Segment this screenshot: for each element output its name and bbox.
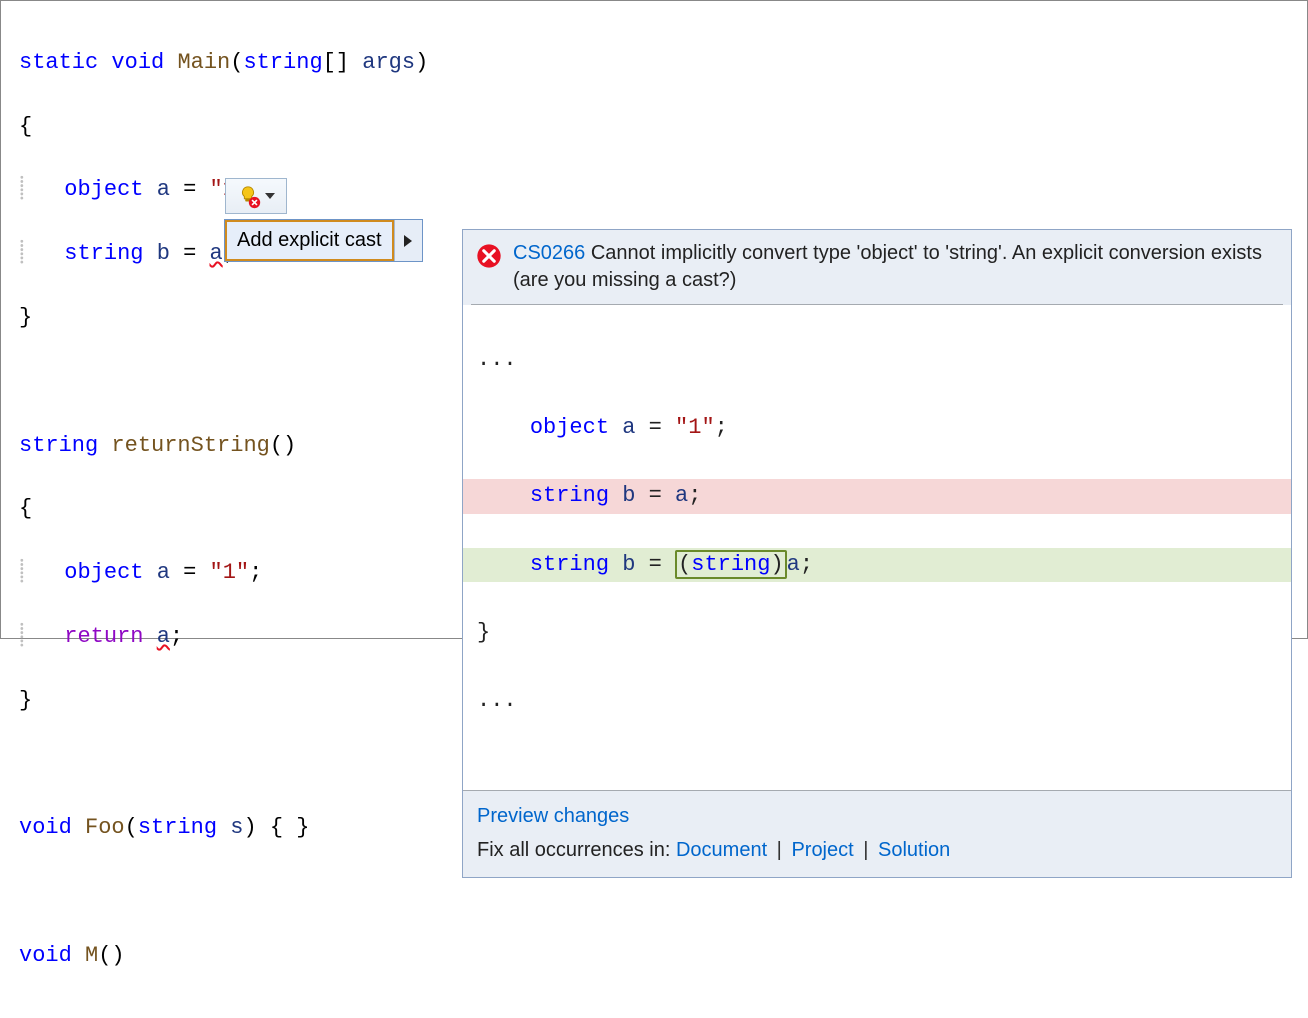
preview-changes-link[interactable]: Preview changes [477,805,629,827]
keyword-void: void [111,50,164,75]
preview-footer: Preview changes Fix all occurrences in: … [463,790,1291,877]
error-message: Cannot implicitly convert type 'object' … [513,242,1262,291]
preview-header: CS0266 Cannot implicitly convert type 'o… [463,230,1291,304]
preview-error-text: CS0266 Cannot implicitly convert type 'o… [513,240,1279,294]
code-line: ⸽ object a = "1"; [19,174,1289,206]
quickfix-expand-button[interactable] [394,220,422,261]
error-icon [475,242,503,270]
code-line: static void Main(string[] args) [19,47,1289,79]
ellipsis: ... [463,684,1291,718]
inserted-cast-highlight: (string) [675,550,787,579]
diff-context-line: object a = "1"; [463,411,1291,445]
lightbulb-button[interactable] [225,178,287,214]
fix-all-label: Fix all occurrences in: [477,839,676,861]
code-line: void M() [19,940,1289,972]
method-name: Main [177,50,230,75]
chevron-right-icon [404,235,412,247]
error-squiggle[interactable]: a [157,624,170,649]
preview-diff: ... object a = "1"; string b = a; string… [463,305,1291,790]
fix-scope-project[interactable]: Project [791,839,853,861]
lightbulb-error-icon [237,185,259,207]
quickfix-add-explicit-cast[interactable]: Add explicit cast [225,220,394,261]
quickfix-menu: Add explicit cast [224,219,423,262]
error-code-link[interactable]: CS0266 [513,242,585,264]
error-squiggle[interactable]: a [210,241,223,266]
fix-scope-solution[interactable]: Solution [878,839,950,861]
code-line: { [19,111,1289,143]
diff-context-line: } [463,616,1291,650]
diff-removed-line: string b = a; [463,479,1291,513]
diff-added-line: string b = (string)a; [463,548,1291,582]
code-line [19,876,1289,908]
fix-scope-document[interactable]: Document [676,839,767,861]
chevron-down-icon [265,193,275,199]
ellipsis: ... [463,343,1291,377]
fix-preview-panel: CS0266 Cannot implicitly convert type 'o… [462,229,1292,878]
keyword-static: static [19,50,98,75]
